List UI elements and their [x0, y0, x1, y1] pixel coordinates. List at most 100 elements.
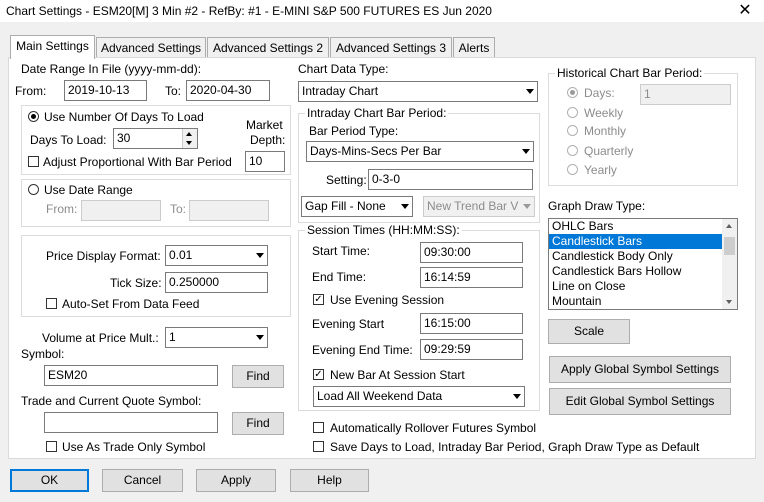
chevron-down-icon: [256, 335, 264, 340]
symbol-label: Symbol:: [21, 347, 65, 361]
scroll-down-icon[interactable]: [726, 300, 732, 304]
evening-start-label: Evening Start: [312, 317, 385, 331]
setting-field[interactable]: 0-3-0: [368, 169, 533, 190]
ok-button[interactable]: OK: [10, 469, 89, 492]
start-time-label: Start Time:: [312, 244, 371, 258]
price-format-select[interactable]: 0.01: [165, 245, 268, 266]
historical-group-label: Historical Chart Bar Period:: [555, 66, 705, 80]
quarterly-radio[interactable]: [567, 145, 578, 156]
trade-only-checkbox[interactable]: [46, 441, 57, 452]
end-time-label: End Time:: [312, 270, 367, 284]
list-item[interactable]: Candlestick Bars Hollow: [549, 264, 737, 279]
monthly-radio[interactable]: [567, 125, 578, 136]
historical-days-radio[interactable]: [567, 87, 578, 98]
market-depth-label: Market: [246, 118, 283, 132]
bar-period-type-select[interactable]: Days-Mins-Secs Per Bar: [306, 141, 534, 162]
window-title: Chart Settings - ESM20[M] 3 Min #2 - Ref…: [6, 4, 492, 18]
historical-days-label: Days:: [584, 86, 615, 100]
new-trend-bar-select[interactable]: New Trend Bar V: [423, 196, 535, 217]
rollover-checkbox[interactable]: [313, 422, 324, 433]
adjust-proportional-label: Adjust Proportional With Bar Period: [43, 155, 232, 169]
auto-set-checkbox[interactable]: [46, 298, 57, 309]
date-range-label: Date Range In File (yyyy-mm-dd):: [21, 62, 202, 76]
apply-button[interactable]: Apply: [196, 469, 276, 492]
monthly-label: Monthly: [584, 124, 627, 138]
evening-session-checkbox[interactable]: ✓: [313, 294, 324, 305]
tick-size-label: Tick Size:: [110, 276, 162, 290]
symbol-field[interactable]: ESM20: [44, 365, 218, 386]
list-item[interactable]: Line on Close: [549, 279, 737, 294]
date-to-label: To:: [170, 202, 187, 216]
evening-session-label: Use Evening Session: [330, 293, 445, 307]
edit-global-symbol-button[interactable]: Edit Global Symbol Settings: [549, 388, 731, 415]
date-from-field[interactable]: [81, 200, 161, 221]
close-icon[interactable]: ✕: [734, 1, 756, 21]
tab-main-settings[interactable]: Main Settings: [10, 35, 95, 59]
chevron-down-icon: [522, 149, 530, 154]
trade-symbol-field[interactable]: [44, 412, 218, 433]
to-label: To:: [165, 84, 182, 98]
date-to-field[interactable]: [189, 200, 269, 221]
cancel-button[interactable]: Cancel: [102, 469, 183, 492]
tick-size-field[interactable]: 0.250000: [165, 272, 268, 293]
tab-advanced-settings[interactable]: Advanced Settings: [96, 37, 206, 57]
use-days-radio[interactable]: [28, 111, 39, 122]
evening-start-field[interactable]: 16:15:00: [420, 313, 523, 334]
up-arrow-icon[interactable]: [186, 132, 192, 136]
save-default-label: Save Days to Load, Intraday Bar Period, …: [330, 440, 700, 454]
symbol-find-button[interactable]: Find: [232, 365, 284, 388]
rollover-label: Automatically Rollover Futures Symbol: [330, 421, 537, 435]
intraday-group-label: Intraday Chart Bar Period:: [305, 106, 449, 120]
graph-draw-type-label: Graph Draw Type:: [548, 199, 646, 213]
trade-symbol-find-button[interactable]: Find: [232, 412, 284, 435]
to-date-field[interactable]: 2020-04-30: [186, 80, 270, 101]
days-to-load-stepper[interactable]: 30: [113, 128, 198, 149]
from-date-field[interactable]: 2019-10-13: [64, 80, 147, 101]
new-bar-session-checkbox[interactable]: ✓: [313, 369, 324, 380]
tab-advanced-settings-3[interactable]: Advanced Settings 3: [330, 37, 452, 57]
yearly-radio[interactable]: [567, 164, 578, 175]
start-time-field[interactable]: 09:30:00: [420, 242, 523, 263]
session-group-label: Session Times (HH:MM:SS):: [305, 223, 462, 237]
chevron-down-icon: [401, 204, 409, 209]
trade-only-label: Use As Trade Only Symbol: [62, 440, 206, 454]
volume-mult-select[interactable]: 1: [165, 327, 268, 348]
volume-mult-label: Volume at Price Mult.:: [42, 331, 159, 345]
chevron-down-icon: [513, 394, 521, 399]
list-scrollbar[interactable]: [722, 219, 737, 309]
list-item[interactable]: Mountain: [549, 294, 737, 309]
chart-data-type-select[interactable]: Intraday Chart: [298, 81, 538, 102]
title-bar: Chart Settings - ESM20[M] 3 Min #2 - Ref…: [0, 0, 764, 22]
use-date-range-label: Use Date Range: [44, 183, 133, 197]
market-depth-field[interactable]: 10: [245, 151, 285, 172]
historical-days-field[interactable]: 1: [640, 84, 731, 105]
list-item[interactable]: Candlestick Body Only: [549, 249, 737, 264]
gap-fill-select[interactable]: Gap Fill - None: [301, 196, 413, 217]
market-depth-label-2: Depth:: [250, 133, 286, 147]
weekend-data-select[interactable]: Load All Weekend Data: [313, 386, 525, 407]
apply-global-symbol-button[interactable]: Apply Global Symbol Settings: [549, 356, 731, 383]
trade-symbol-label: Trade and Current Quote Symbol:: [21, 394, 202, 408]
scroll-thumb[interactable]: [724, 237, 735, 255]
list-item[interactable]: OHLC Bars: [549, 219, 737, 234]
use-days-label: Use Number Of Days To Load: [44, 110, 204, 124]
scale-button[interactable]: Scale: [548, 319, 630, 344]
days-to-load-label: Days To Load:: [30, 133, 107, 147]
weekly-label: Weekly: [584, 106, 624, 120]
bar-period-type-label: Bar Period Type:: [309, 124, 399, 138]
down-arrow-icon[interactable]: [186, 141, 192, 145]
scroll-up-icon[interactable]: [726, 224, 732, 228]
evening-end-field[interactable]: 09:29:59: [420, 339, 523, 360]
stepper-arrows[interactable]: [182, 129, 197, 148]
chevron-down-icon: [256, 253, 264, 258]
use-date-range-radio[interactable]: [28, 184, 39, 195]
adjust-proportional-checkbox[interactable]: [28, 156, 39, 167]
tab-alerts[interactable]: Alerts: [453, 37, 495, 57]
list-item[interactable]: Candlestick Bars: [549, 234, 737, 249]
graph-draw-type-list[interactable]: OHLC Bars Candlestick Bars Candlestick B…: [548, 218, 738, 310]
save-default-checkbox[interactable]: [313, 441, 324, 452]
weekly-radio[interactable]: [567, 107, 578, 118]
end-time-field[interactable]: 16:14:59: [420, 267, 523, 288]
help-button[interactable]: Help: [290, 469, 369, 492]
tab-advanced-settings-2[interactable]: Advanced Settings 2: [207, 37, 329, 57]
